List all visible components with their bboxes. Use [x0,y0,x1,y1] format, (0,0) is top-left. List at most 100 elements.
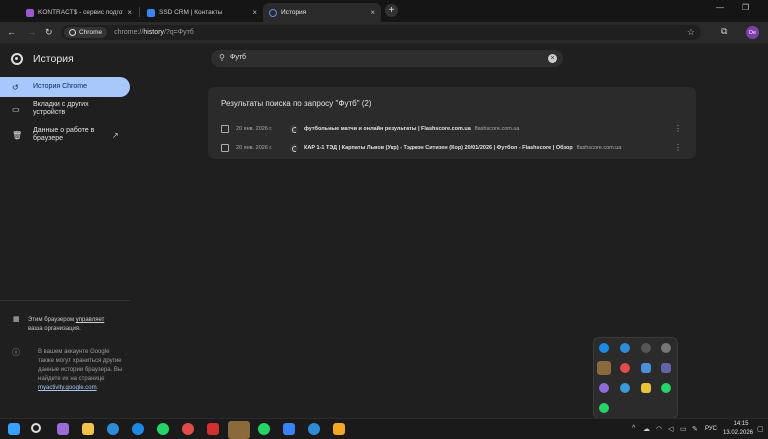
tab-divider [139,7,140,17]
new-tab-button[interactable]: + [385,4,398,17]
building-icon: ▦ [13,316,20,323]
bluetooth-icon[interactable] [599,343,609,353]
battery-icon[interactable]: ▭ [680,425,687,433]
sidebar-item-browsing-data[interactable]: 🗑 Данные о работе в браузере ↗ [0,126,130,144]
file-explorer-icon[interactable] [82,423,94,435]
volume-icon[interactable]: ◁ [668,425,673,433]
forward-icon[interactable]: → [27,27,36,37]
row-domain: flashscore.com.ua [576,145,622,151]
app-icon[interactable] [283,423,295,435]
notification-icon[interactable]: ▢ [757,425,764,433]
sidebar-item-label: История Chrome [33,83,87,90]
sidebar-divider [0,300,130,301]
search-input[interactable]: Футб [230,54,246,61]
sidebar-item-label: Вкладки с других устройств [33,101,89,116]
sidebar-item-other-devices[interactable]: ▭ Вкладки с других устройств [0,100,130,118]
tab-strip: KONTRACT$ - сервис подготов × SSD CRM | … [0,0,768,22]
row-domain: flashscore.com.ua [474,126,520,132]
feather-icon[interactable] [599,383,609,393]
tab-ssd-crm[interactable]: SSD CRM | Контакты × [141,3,263,22]
whatsapp-icon[interactable] [599,403,609,413]
extensions-icon[interactable]: ⧉ [721,26,727,37]
app-highlighted-icon[interactable] [597,361,611,375]
table-row[interactable]: 20 янв. 2026 г. футбольные матчи и онлай… [208,120,696,139]
info-icon: ⓘ [12,348,20,357]
managed-link[interactable]: управляет [76,317,105,323]
tab-title: SSD CRM | Контакты [159,9,223,16]
clock-time[interactable]: 14:15 [728,421,754,427]
avatar[interactable]: De [746,26,759,39]
chevron-up-icon[interactable]: ^ [632,425,635,432]
reload-icon[interactable]: ↻ [45,27,53,38]
flashscore-favicon-icon [290,144,298,152]
copilot-icon[interactable] [57,423,69,435]
minimize-icon[interactable]: — [716,3,724,12]
open-external-icon: ↗ [112,130,119,140]
bookmark-star-icon[interactable]: ☆ [687,27,695,38]
clock-date[interactable]: 13.02.2026 [722,430,754,436]
search-icon: ⚲ [219,53,225,62]
edge-icon[interactable] [308,423,320,435]
language-indicator[interactable]: РУС [705,426,717,432]
windows-start-icon[interactable] [8,423,20,435]
teams-icon[interactable] [661,363,671,373]
pen-icon[interactable]: ✎ [692,425,698,433]
active-app-icon[interactable] [228,421,250,439]
sidebar-item-label: Данные о работе в браузере [33,127,95,142]
results-card: Результаты поиска по запросу "Футб" (2) … [208,87,696,159]
row-checkbox[interactable] [221,125,229,133]
sidebar-item-chrome-history[interactable]: ↺ История Chrome [0,77,130,97]
tab-favicon [26,8,34,17]
row-date: 20 янв. 2026 г. [236,145,273,151]
wifi-icon[interactable]: ◠ [656,425,662,433]
myactivity-link[interactable]: myactivity.google.com [38,385,97,391]
chrome-icon [69,29,76,36]
history-search[interactable]: ⚲ Футб × [211,50,563,67]
microphone-icon[interactable] [641,343,651,353]
notes-icon[interactable] [641,383,651,393]
tab-kontracts[interactable]: KONTRACT$ - сервис подготов × [20,3,138,22]
more-vert-icon[interactable]: ⋮ [674,143,682,152]
more-vert-icon[interactable]: ⋮ [674,124,682,133]
site-chip[interactable]: Chrome [64,27,108,38]
search-icon[interactable] [31,423,41,433]
edge-icon[interactable] [107,423,119,435]
row-title[interactable]: футбольные матчи и онлайн результаты | F… [304,126,520,132]
back-icon[interactable]: ← [7,27,16,37]
headset-icon[interactable] [661,343,671,353]
address-bar[interactable]: Chrome chrome://history/?q=Футб ☆ [61,25,701,40]
row-date: 20 янв. 2026 г. [236,126,273,132]
row-checkbox[interactable] [221,144,229,152]
browser-toolbar: ← → ↻ Chrome chrome://history/?q=Футб ☆ … [0,22,768,43]
cloud-icon[interactable]: ☁ [643,425,650,433]
row-title[interactable]: КАР 1-1 ТЭД | Карпаты Львов (Укр) - Тэдж… [304,145,621,151]
chrome-tray-icon[interactable] [620,363,630,373]
chrome-icon[interactable] [182,423,194,435]
clear-search-icon[interactable]: × [548,54,557,63]
whatsapp-icon[interactable] [157,423,169,435]
whatsapp-icon[interactable] [661,383,671,393]
close-icon[interactable]: × [252,8,257,17]
chat-icon[interactable] [641,363,651,373]
restore-icon[interactable]: ❐ [742,3,749,12]
chip-label: Chrome [79,29,103,36]
color-app-icon[interactable] [620,383,630,393]
flashscore-favicon-icon [290,125,298,133]
table-row[interactable]: 20 янв. 2026 г. КАР 1-1 ТЭД | Карпаты Ль… [208,139,696,158]
results-heading: Результаты поиска по запросу "Футб" (2) [221,99,372,108]
trash-icon: 🗑 [12,130,23,140]
close-icon[interactable]: × [127,8,132,17]
app-icon[interactable] [132,423,144,435]
app-icon[interactable] [333,423,345,435]
url-text: chrome://history/?q=Футб [114,29,194,36]
tab-title: История [281,9,307,16]
history-icon: ↺ [12,82,19,92]
edge-icon[interactable] [620,343,630,353]
pdf-icon[interactable] [207,423,219,435]
chrome-logo-icon [11,53,23,65]
whatsapp-icon[interactable] [258,423,270,435]
tray-overflow-flyout [593,337,678,419]
history-favicon-icon [269,8,277,17]
tab-history[interactable]: История × [263,3,381,22]
close-icon[interactable]: × [370,8,375,17]
